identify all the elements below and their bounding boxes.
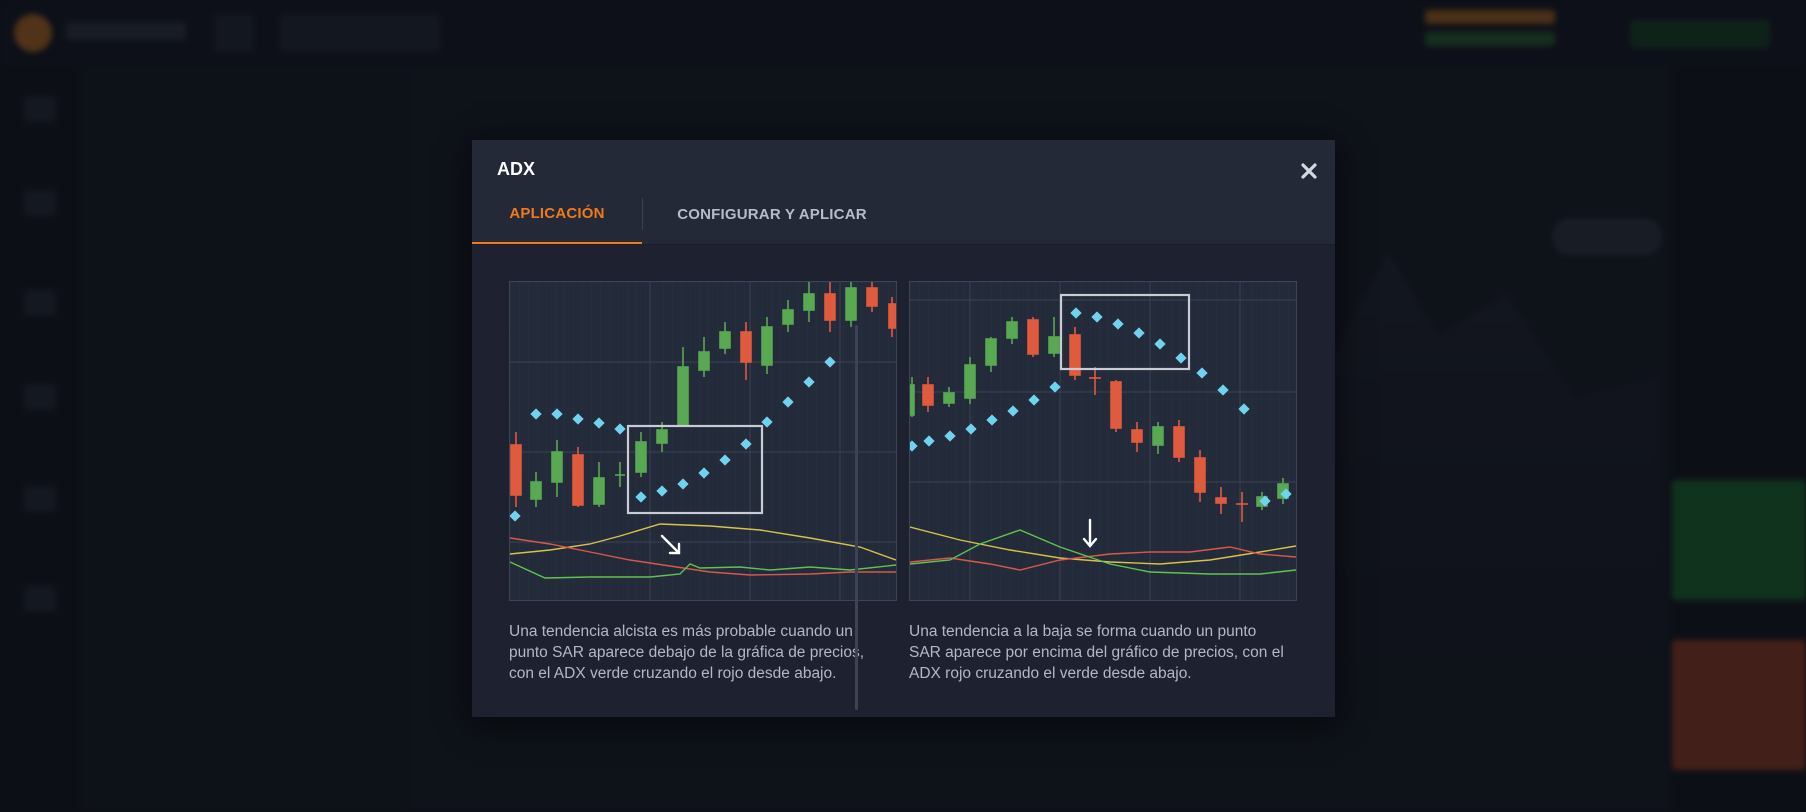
downtrend-illustration bbox=[909, 281, 1297, 601]
downtrend-card: Una tendencia a la baja se forma cuando … bbox=[909, 281, 1297, 684]
tab-aplicacion[interactable]: APLICACIÓN bbox=[472, 184, 642, 244]
modal-body: Una tendencia alcista es más probable cu… bbox=[472, 245, 1335, 717]
tab-configurar-y-aplicar[interactable]: CONFIGURAR Y APLICAR bbox=[642, 184, 902, 244]
modal-title: ADX bbox=[497, 159, 536, 179]
downtrend-caption: Una tendencia a la baja se forma cuando … bbox=[909, 623, 1284, 682]
indicator-info-modal: ADX APLICACIÓN CONFIGURAR Y APLICAR Una … bbox=[472, 140, 1335, 717]
modal-scrollbar[interactable] bbox=[855, 325, 858, 710]
modal-header: ADX APLICACIÓN CONFIGURAR Y APLICAR bbox=[472, 140, 1335, 245]
close-icon[interactable] bbox=[1298, 160, 1320, 182]
uptrend-caption: Una tendencia alcista es más probable cu… bbox=[509, 623, 865, 682]
uptrend-illustration bbox=[509, 281, 897, 601]
uptrend-card: Una tendencia alcista es más probable cu… bbox=[509, 281, 897, 684]
